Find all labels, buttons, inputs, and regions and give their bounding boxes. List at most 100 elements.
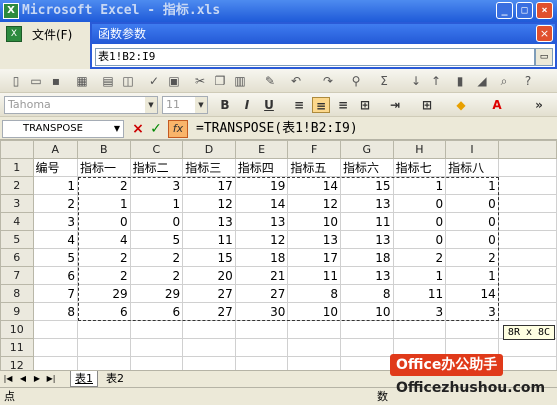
cell[interactable]: 2 — [392, 248, 447, 267]
enter-formula-button[interactable]: ✓ — [148, 121, 164, 137]
cell[interactable]: 8 — [287, 284, 341, 303]
select-all-corner[interactable] — [0, 140, 34, 159]
cell[interactable]: 1 — [32, 176, 79, 195]
open-icon[interactable]: ▭ — [28, 73, 44, 89]
toolbar-options-icon[interactable]: » — [530, 97, 548, 113]
copy-icon[interactable]: ❐ — [212, 73, 228, 89]
cell[interactable]: 18 — [339, 248, 394, 267]
cell[interactable] — [77, 338, 131, 357]
column-header[interactable] — [497, 140, 557, 159]
row-header[interactable]: 7 — [0, 266, 34, 285]
cell[interactable]: 13 — [234, 212, 289, 231]
next-sheet-icon[interactable]: ▶ — [32, 373, 42, 385]
cell[interactable] — [77, 356, 131, 370]
help-icon[interactable]: ? — [520, 73, 536, 89]
cell[interactable]: 1 — [392, 266, 447, 285]
permission-icon[interactable]: ▦ — [74, 73, 90, 89]
formula-input[interactable]: =TRANSPOSE(表1!B2:I9) — [196, 120, 358, 138]
cell[interactable]: 27 — [182, 302, 236, 321]
italic-button[interactable]: I — [238, 97, 256, 113]
cell[interactable] — [32, 338, 79, 357]
indent-icon[interactable]: ⇥ — [386, 97, 404, 113]
cell[interactable] — [129, 320, 184, 339]
cell[interactable]: 12 — [182, 194, 236, 213]
workbook-icon[interactable]: X — [6, 26, 22, 42]
expand-dialog-icon[interactable]: ▭ — [535, 48, 553, 66]
cell[interactable]: 11 — [339, 212, 394, 231]
cell[interactable]: 29 — [129, 284, 184, 303]
row-header[interactable]: 6 — [0, 248, 34, 267]
cell[interactable]: 12 — [287, 194, 341, 213]
cancel-formula-button[interactable]: × — [130, 121, 146, 137]
cell[interactable] — [32, 320, 79, 339]
cell[interactable]: 13 — [287, 230, 341, 249]
fill-color-icon[interactable]: ◆ — [452, 97, 470, 113]
cell[interactable] — [234, 320, 289, 339]
cell[interactable]: 8 — [32, 302, 79, 321]
first-sheet-icon[interactable]: |◀ — [3, 373, 13, 385]
cell[interactable]: 17 — [182, 176, 236, 195]
cell[interactable]: 0 — [129, 212, 184, 231]
cell[interactable]: 1 — [445, 176, 499, 195]
research-icon[interactable]: ▣ — [166, 73, 182, 89]
cell[interactable]: 6 — [32, 266, 79, 285]
cell[interactable]: 1 — [445, 266, 499, 285]
cell[interactable] — [497, 302, 557, 321]
cell[interactable] — [497, 158, 557, 177]
row-header[interactable]: 8 — [0, 284, 34, 303]
cell[interactable] — [32, 356, 79, 370]
cell[interactable]: 5 — [32, 248, 79, 267]
cell[interactable]: 2 — [32, 194, 79, 213]
merge-center-icon[interactable]: ⊞ — [356, 97, 374, 113]
bold-button[interactable]: B — [216, 97, 234, 113]
cell[interactable] — [497, 266, 557, 285]
cell[interactable]: 0 — [445, 212, 499, 231]
column-header[interactable]: E — [234, 140, 289, 159]
cell[interactable]: 27 — [182, 284, 236, 303]
cell[interactable] — [234, 338, 289, 357]
cell[interactable] — [497, 212, 557, 231]
prev-sheet-icon[interactable]: ◀ — [18, 373, 28, 385]
cell[interactable]: 指标二 — [129, 158, 184, 177]
cell[interactable] — [497, 248, 557, 267]
cell[interactable]: 11 — [287, 266, 341, 285]
cell[interactable] — [287, 320, 341, 339]
cell[interactable]: 14 — [234, 194, 289, 213]
print-icon[interactable]: ▤ — [100, 73, 116, 89]
cell[interactable]: 4 — [32, 230, 79, 249]
new-icon[interactable]: ▯ — [8, 73, 24, 89]
cell[interactable]: 6 — [129, 302, 184, 321]
worksheet-grid[interactable]: A B C D E F G H I 1 编号 指标一 指标二 指标三 指标四 指标五 指标六 指标七 指标八 2 1 2 3… — [0, 140, 557, 370]
cell[interactable]: 指标五 — [287, 158, 341, 177]
cell[interactable]: 指标八 — [445, 158, 499, 177]
cell[interactable]: 10 — [287, 212, 341, 231]
underline-button[interactable]: U — [260, 97, 278, 113]
column-header[interactable]: C — [129, 140, 184, 159]
autosum-icon[interactable]: Σ — [376, 73, 392, 89]
cell[interactable]: 2 — [77, 266, 131, 285]
cell[interactable]: 15 — [339, 176, 394, 195]
name-box[interactable]: TRANSPOSE ▼ — [2, 120, 124, 138]
cell[interactable]: 0 — [392, 230, 447, 249]
cell[interactable]: 13 — [339, 194, 394, 213]
cell[interactable]: 指标四 — [234, 158, 289, 177]
spelling-icon[interactable]: ✓ — [146, 73, 162, 89]
cell[interactable]: 27 — [234, 284, 289, 303]
dialog-title[interactable]: 函数参数 — [92, 24, 555, 44]
cell[interactable]: 20 — [182, 266, 236, 285]
column-header[interactable]: D — [182, 140, 236, 159]
row-header[interactable]: 2 — [0, 176, 34, 195]
last-sheet-icon[interactable]: ▶| — [46, 373, 56, 385]
cell[interactable] — [234, 356, 289, 370]
dialog-close-button[interactable]: × — [536, 25, 553, 42]
cell[interactable]: 2 — [77, 248, 131, 267]
menu-file[interactable]: 文件(F) — [32, 26, 72, 43]
cell[interactable]: 编号 — [32, 158, 79, 177]
borders-icon[interactable]: ⊞ — [418, 97, 436, 113]
cell[interactable]: 0 — [392, 212, 447, 231]
cell[interactable]: 17 — [287, 248, 341, 267]
cell[interactable]: 6 — [77, 302, 131, 321]
cell[interactable]: 3 — [32, 212, 79, 231]
cell[interactable]: 13 — [339, 230, 394, 249]
tab-sheet1[interactable]: 表1 — [70, 371, 98, 387]
